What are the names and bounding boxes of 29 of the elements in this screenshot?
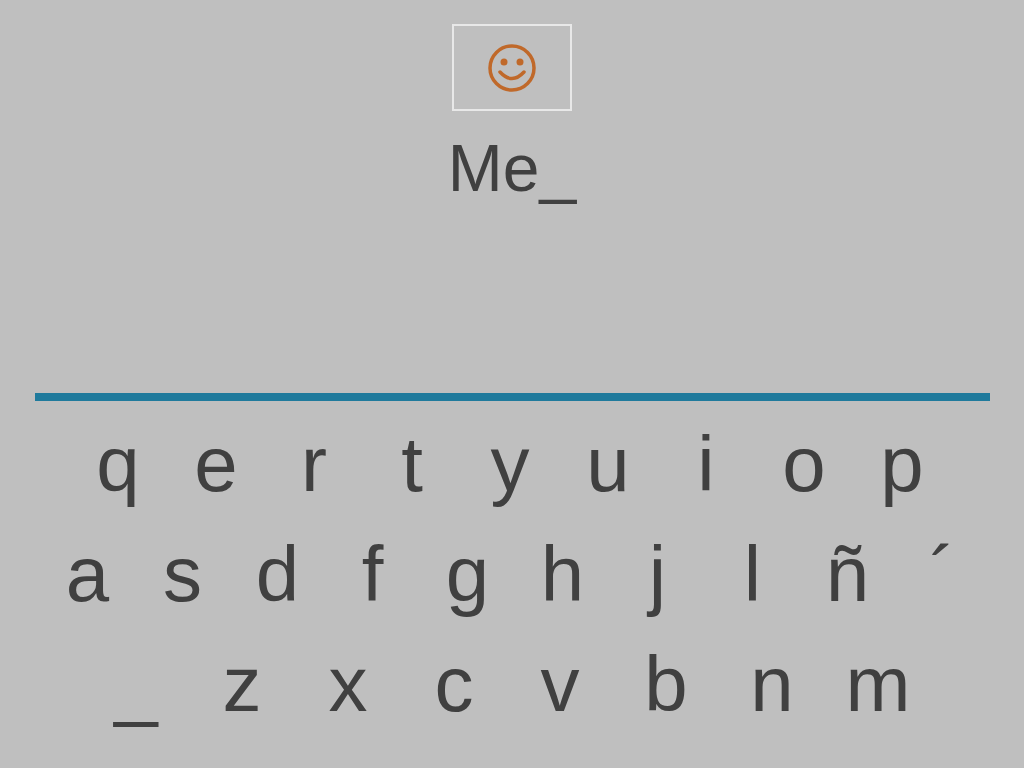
letter-key[interactable]: f [325, 529, 420, 619]
smiley-icon [487, 42, 537, 93]
letter-key[interactable]: h [515, 529, 610, 619]
letter-key[interactable]: v [507, 639, 613, 729]
letter-key[interactable]: ñ [800, 529, 895, 619]
letter-key[interactable]: t [363, 419, 461, 509]
letter-key[interactable]: u [559, 419, 657, 509]
letter-key[interactable]: r [265, 419, 363, 509]
letter-key[interactable]: b [613, 639, 719, 729]
letter-key[interactable]: o [755, 419, 853, 509]
letter-key[interactable]: i [657, 419, 755, 509]
letter-key[interactable]: m [825, 639, 931, 729]
letter-key[interactable]: z [189, 639, 295, 729]
letter-key[interactable]: x [295, 639, 401, 729]
letter-key[interactable]: g [420, 529, 515, 619]
typed-word: Me_ [447, 133, 577, 203]
letter-key[interactable]: n [719, 639, 825, 729]
letter-key[interactable]: l [705, 529, 800, 619]
letter-key[interactable]: c [401, 639, 507, 729]
letter-key[interactable]: q [69, 419, 167, 509]
letter-key[interactable]: p [853, 419, 951, 509]
letter-key[interactable]: a [40, 529, 135, 619]
letter-key[interactable]: d [230, 529, 325, 619]
letter-key[interactable]: y [461, 419, 559, 509]
letter-key[interactable]: ´ [895, 529, 990, 619]
letter-key[interactable]: _ [83, 639, 189, 729]
letter-key[interactable]: s [135, 529, 230, 619]
letter-key[interactable]: e [167, 419, 265, 509]
letter-key[interactable]: j [610, 529, 705, 619]
